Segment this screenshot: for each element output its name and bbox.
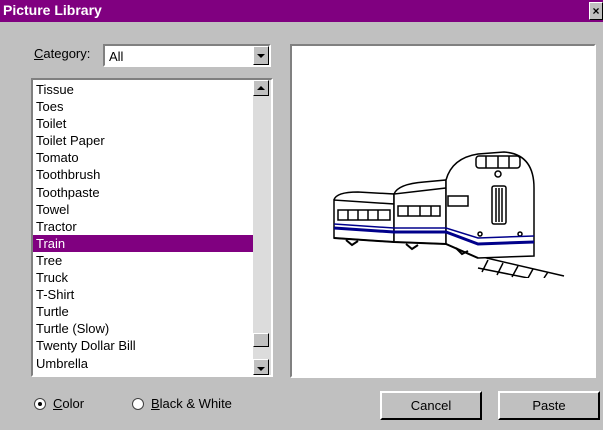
scroll-thumb[interactable] (253, 333, 269, 347)
scroll-down-button[interactable] (253, 359, 269, 375)
train-image (333, 151, 565, 278)
vertical-scrollbar[interactable] (253, 80, 271, 375)
list-item[interactable]: Toilet Paper (33, 132, 253, 149)
bw-radio-label: Black & White (151, 396, 232, 411)
list-item[interactable]: T-Shirt (33, 286, 253, 303)
arrow-down-icon (257, 367, 265, 371)
list-item[interactable]: Towel (33, 201, 253, 218)
category-value: All (109, 49, 124, 64)
scroll-up-button[interactable] (253, 80, 269, 96)
list-item[interactable]: Turtle (33, 303, 253, 320)
list-item[interactable]: Train (33, 234, 253, 252)
dropdown-arrow-button[interactable] (253, 46, 269, 65)
list-item[interactable]: Tissue (33, 81, 253, 98)
list-item[interactable]: Toothbrush (33, 166, 253, 183)
title-bar: Picture Library × (0, 0, 603, 22)
list-item[interactable]: Tractor (33, 218, 253, 235)
picture-list: Tissue Toes Toilet Toilet Paper Tomato Toothb… (33, 81, 253, 372)
category-dropdown[interactable]: All (103, 44, 271, 67)
close-icon: × (592, 4, 600, 18)
color-radio[interactable]: Color (34, 396, 84, 411)
chevron-down-icon (257, 54, 265, 58)
radio-selected-dot (38, 401, 42, 406)
list-item[interactable]: Tomato (33, 149, 253, 166)
list-item[interactable]: Toothpaste (33, 184, 253, 201)
list-item[interactable]: Twenty Dollar Bill (33, 337, 253, 354)
list-item[interactable]: Turtle (Slow) (33, 320, 253, 337)
picture-listbox[interactable]: Tissue Toes Toilet Toilet Paper Tomato Toothb… (31, 78, 273, 377)
black-white-radio[interactable]: Black & White (132, 396, 232, 411)
radio-button-icon (132, 397, 144, 410)
paste-button[interactable]: Paste (498, 391, 600, 420)
list-item[interactable]: Tree (33, 252, 253, 269)
radio-button-icon (34, 397, 46, 410)
list-item[interactable]: Umbrella (33, 355, 253, 372)
list-item[interactable]: Truck (33, 269, 253, 286)
list-item[interactable]: Toes (33, 98, 253, 115)
picture-preview (290, 44, 596, 378)
cancel-button[interactable]: Cancel (380, 391, 482, 420)
window-title: Picture Library (3, 2, 102, 18)
close-button[interactable]: × (589, 2, 603, 20)
category-label: Category: (34, 46, 91, 61)
list-item[interactable]: Toilet (33, 115, 253, 132)
arrow-up-icon (257, 86, 265, 90)
color-radio-label: Color (53, 396, 85, 411)
